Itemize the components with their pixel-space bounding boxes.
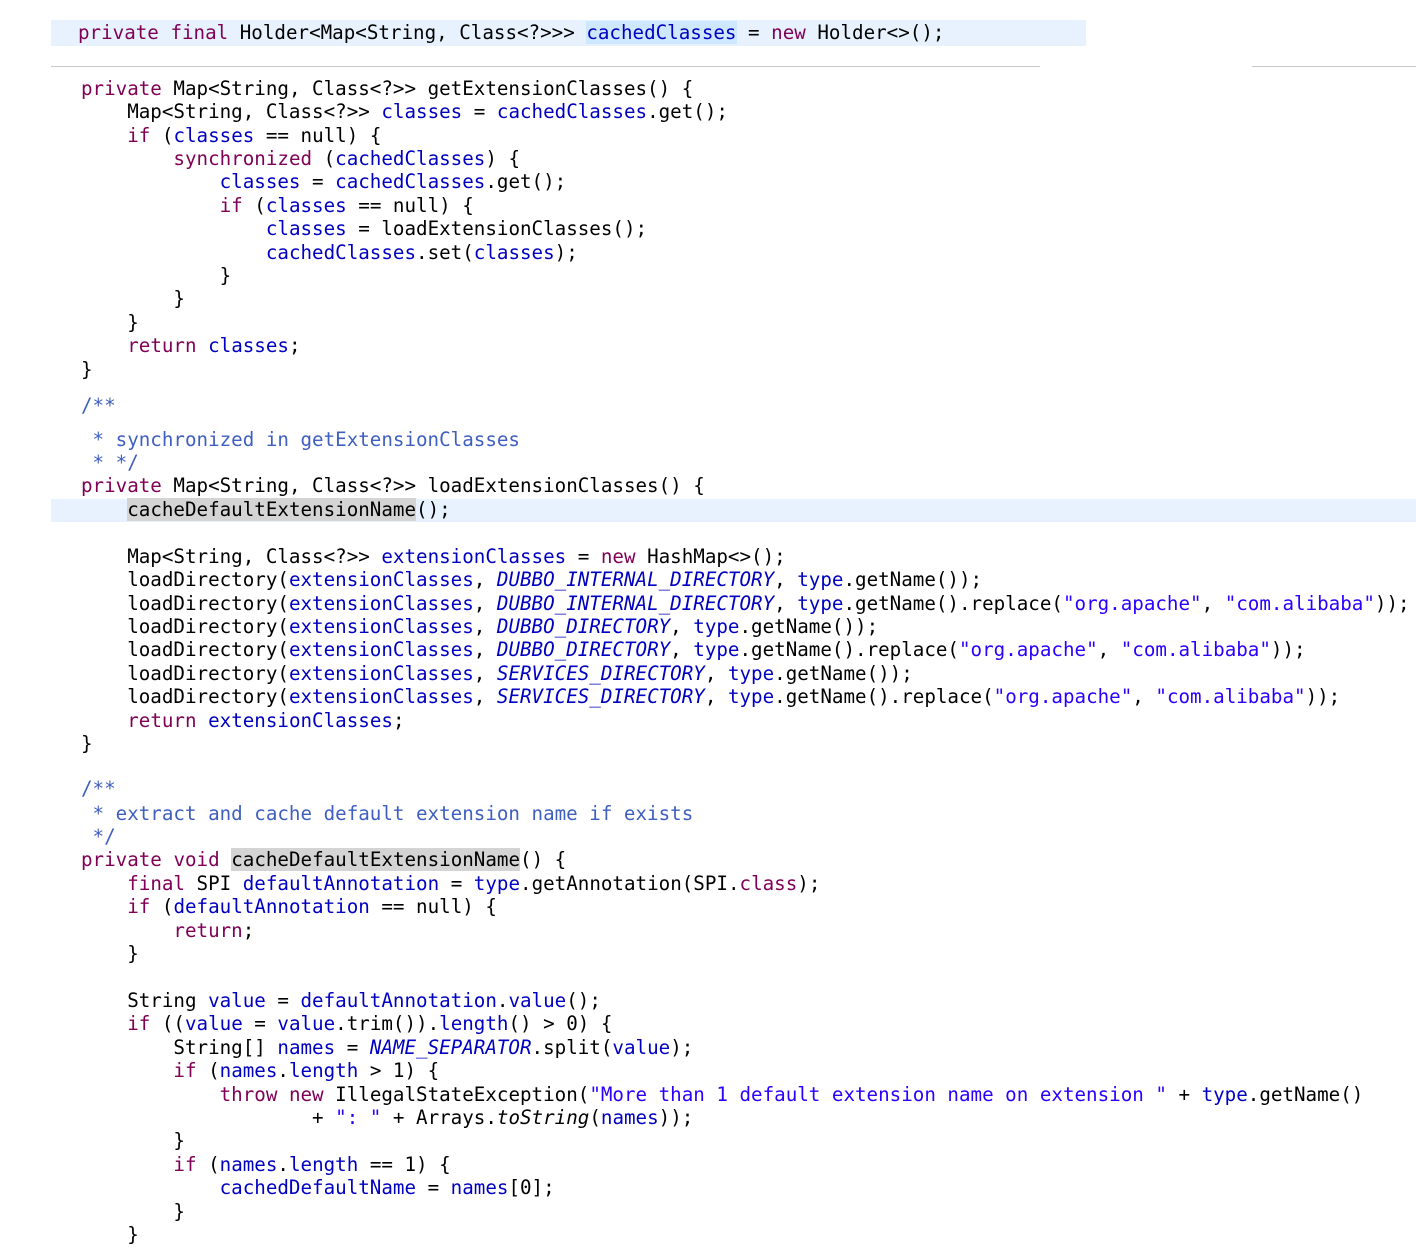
- separator-line: [51, 66, 1040, 67]
- code-line: loadDirectory(extensionClasses, DUBBO_DI…: [81, 615, 879, 638]
- code-line: }: [81, 732, 93, 755]
- code-line: }: [81, 264, 232, 287]
- code-line: String value = defaultAnnotation.value()…: [81, 989, 601, 1012]
- code-line: return extensionClasses;: [127, 709, 405, 732]
- code-line: }: [81, 287, 185, 310]
- code-line: if (names.length > 1) {: [173, 1059, 440, 1082]
- code-line: String[] names = NAME_SEPARATOR.split(va…: [81, 1036, 694, 1059]
- code-line: synchronized (cachedClasses) {: [173, 147, 520, 170]
- code-line: throw new IllegalStateException("More th…: [219, 1083, 1364, 1106]
- code-line: }: [81, 942, 139, 965]
- code-line: if (defaultAnnotation == null) {: [127, 895, 497, 918]
- code-line: * */: [81, 451, 139, 474]
- code-line: private void cacheDefaultExtensionName()…: [81, 848, 567, 871]
- code-line: }: [81, 1129, 185, 1152]
- code-line: private Map<String, Class<?>> loadExtens…: [81, 474, 705, 497]
- code-line: if (classes == null) {: [219, 194, 474, 217]
- code-line: loadDirectory(extensionClasses, SERVICES…: [81, 685, 1341, 708]
- code-line: cachedDefaultName = names[0];: [219, 1176, 555, 1199]
- code-line: return;: [173, 919, 255, 942]
- code-line: }: [81, 311, 139, 334]
- code-line: Map<String, Class<?>> extensionClasses =…: [81, 545, 786, 568]
- code-line: }: [81, 1200, 185, 1223]
- code-line: private final Holder<Map<String, Class<?…: [78, 21, 945, 44]
- code-line: loadDirectory(extensionClasses, DUBBO_IN…: [81, 568, 983, 591]
- code-line: }: [81, 358, 93, 381]
- code-line: /**: [81, 394, 116, 417]
- separator-line-right: [1252, 66, 1416, 67]
- code-line: Map<String, Class<?>> classes = cachedCl…: [81, 100, 728, 123]
- code-line: loadDirectory(extensionClasses, DUBBO_DI…: [81, 638, 1306, 661]
- code-line: classes = loadExtensionClasses();: [265, 217, 648, 240]
- code-line: if (names.length == 1) {: [173, 1153, 451, 1176]
- code-line: cacheDefaultExtensionName();: [127, 498, 451, 521]
- code-line: if (classes == null) {: [127, 124, 382, 147]
- code-line: + ": " + Arrays.toString(names));: [81, 1106, 694, 1129]
- code-line: }: [81, 1223, 139, 1246]
- code-line: * synchronized in getExtensionClasses: [81, 428, 520, 451]
- code-line: */: [81, 825, 116, 848]
- code-line: if ((value = value.trim()).length() > 0)…: [127, 1012, 613, 1035]
- code-line: final SPI defaultAnnotation = type.getAn…: [127, 872, 821, 895]
- code-line: private Map<String, Class<?>> getExtensi…: [81, 77, 694, 100]
- code-line: * extract and cache default extension na…: [81, 802, 694, 825]
- code-line: /**: [81, 777, 116, 800]
- code-line: loadDirectory(extensionClasses, SERVICES…: [81, 662, 913, 685]
- code-line: loadDirectory(extensionClasses, DUBBO_IN…: [81, 592, 1410, 615]
- code-line: classes = cachedClasses.get();: [219, 170, 567, 193]
- code-line: cachedClasses.set(classes);: [265, 241, 578, 264]
- code-line: return classes;: [127, 334, 301, 357]
